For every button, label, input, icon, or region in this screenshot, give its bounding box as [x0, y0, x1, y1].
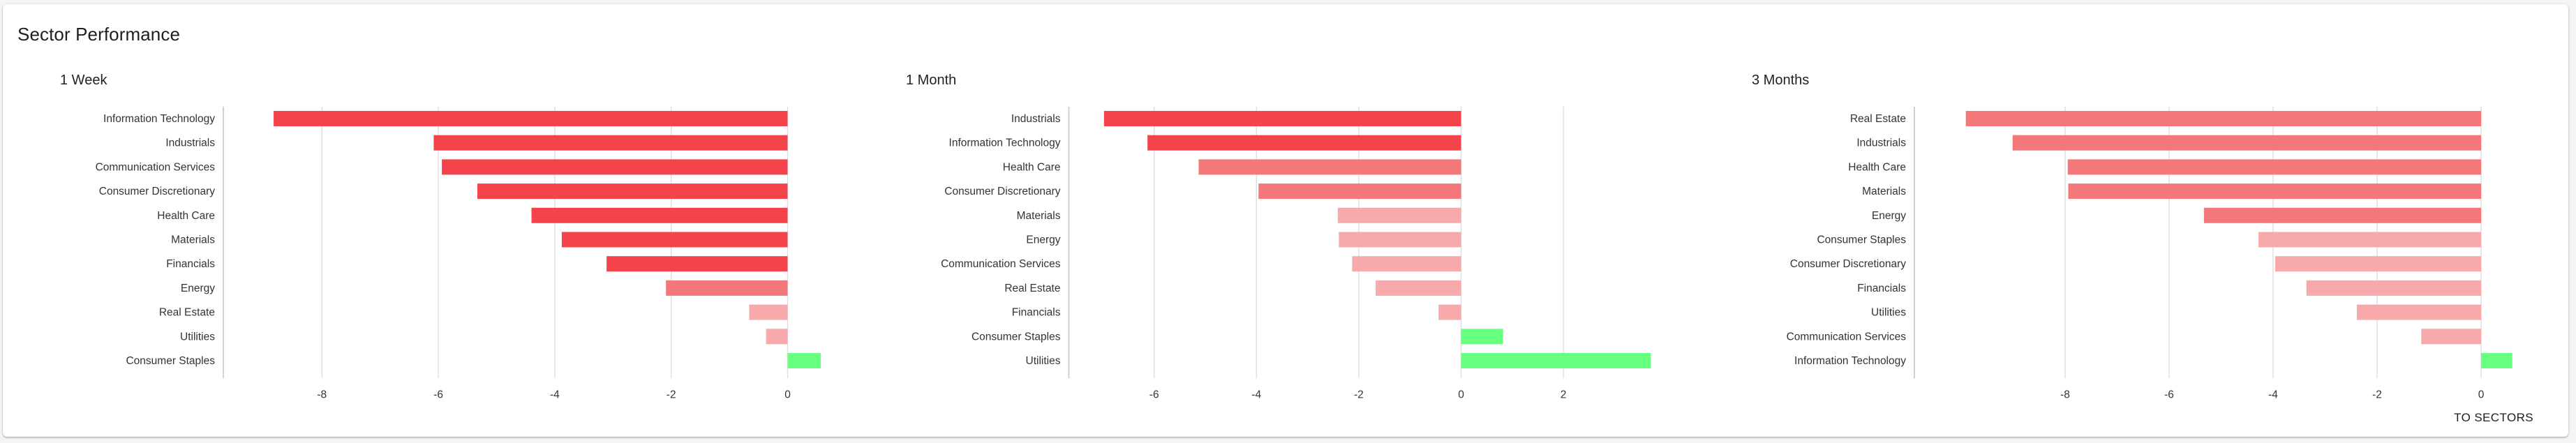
bar-materials[interactable] [2068, 183, 2481, 200]
sector-performance-card: Sector Performance 1 Week 1 Month 3 Mont… [3, 4, 2568, 437]
x-tick-label: -4 [2268, 389, 2278, 400]
category-label: Utilities [1871, 307, 1906, 319]
category-label: Communication Services [1787, 331, 1907, 343]
x-tick-label: -2 [2372, 389, 2382, 400]
bar-consumer-staples[interactable] [2258, 232, 2481, 248]
bar-utilities[interactable] [2356, 304, 2481, 320]
category-label: Real Estate [1850, 113, 1906, 125]
bar-financials[interactable] [2306, 280, 2481, 296]
bar-real-estate[interactable] [1965, 111, 2481, 126]
category-label: Financials [1857, 283, 1906, 294]
bar-energy[interactable] [2203, 207, 2481, 223]
category-label: Consumer Staples [1817, 234, 1906, 246]
x-tick-label: -8 [2060, 389, 2070, 400]
bar-health-care[interactable] [2067, 159, 2481, 175]
category-label: Materials [1862, 186, 1906, 197]
chart-3-months: -8 -6 -4 -2 0 Real Estate Industrials Health Ca… [1787, 107, 2512, 400]
bar-consumer-discretionary[interactable] [2275, 256, 2481, 272]
bar-information-technology[interactable] [2481, 353, 2512, 368]
category-label: Consumer Discretionary [1790, 258, 1906, 270]
bar-communication-services[interactable] [2421, 329, 2481, 345]
bar-industrials[interactable] [2012, 135, 2481, 151]
to-sectors-link[interactable]: TO SECTORS [2454, 411, 2533, 425]
x-tick-label: -6 [2164, 389, 2174, 400]
category-label: Energy [1872, 210, 1906, 222]
category-label: Industrials [1856, 137, 1906, 149]
category-label: Health Care [1848, 161, 1906, 173]
category-label: Information Technology [1794, 355, 1906, 367]
x-tick-label: 0 [2478, 389, 2485, 400]
